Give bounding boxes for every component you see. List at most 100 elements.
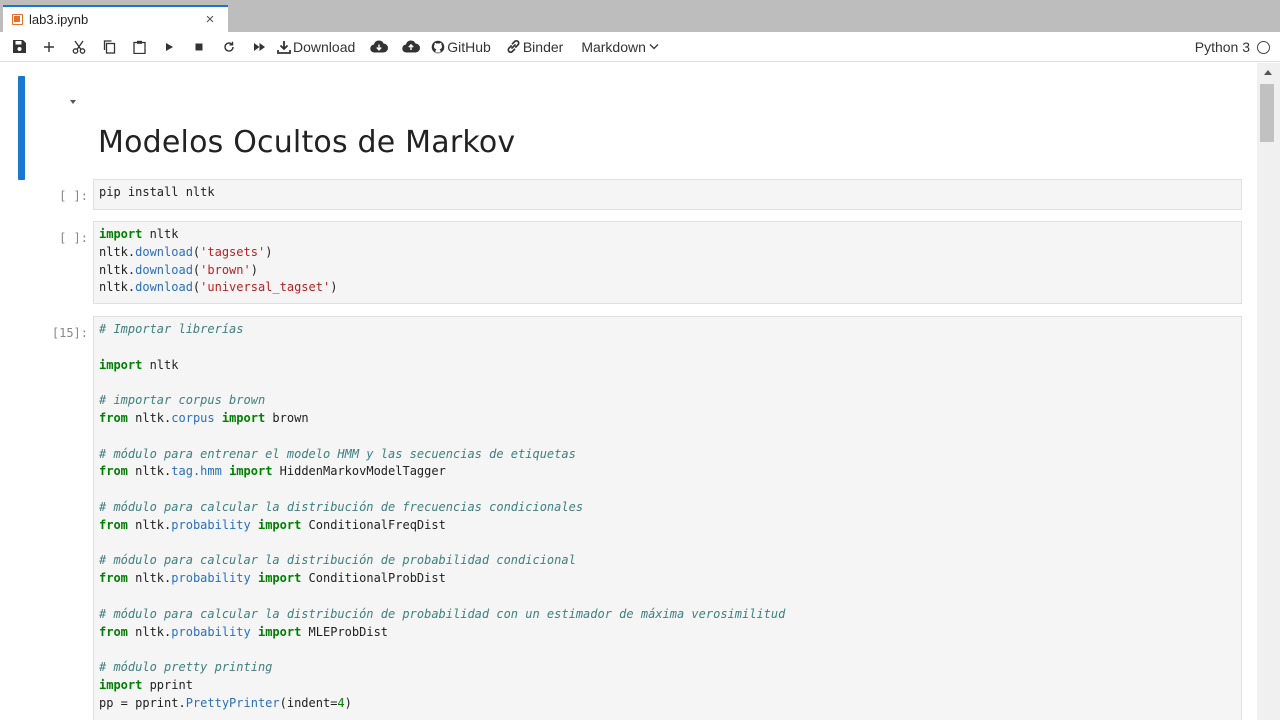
tab-title: lab3.ipynb	[29, 12, 89, 27]
copy-button[interactable]	[97, 32, 121, 62]
refresh-icon	[217, 32, 241, 62]
stop-button[interactable]	[187, 32, 211, 62]
copy-icon	[97, 32, 121, 62]
download-button[interactable]: Download	[275, 32, 355, 62]
vertical-scrollbar[interactable]	[1257, 63, 1280, 720]
github-button[interactable]: GitHub	[429, 32, 491, 62]
scrollbar-thumb[interactable]	[1260, 84, 1274, 142]
code-cell[interactable]: # Importar librerías import nltk # impor…	[93, 316, 1242, 720]
code-keyword: from	[99, 410, 128, 425]
code-text: )	[265, 244, 273, 259]
code-text: )	[344, 695, 352, 710]
code-text: MLEProbDist	[301, 624, 389, 639]
tab-bar: lab3.ipynb ×	[0, 0, 1280, 32]
cut-button[interactable]	[67, 32, 91, 62]
github-icon	[429, 32, 447, 62]
cell-prompt: [ ]:	[59, 231, 88, 245]
code-keyword: from	[99, 571, 128, 586]
notebook-tab[interactable]: lab3.ipynb ×	[3, 5, 228, 32]
cell-prompt: [ ]:	[59, 189, 88, 203]
notebook-toolbar: Download GitHub Binder Markdown Python 3	[0, 32, 1280, 62]
code-module: probability	[171, 624, 251, 639]
code-line: pip install nltk	[99, 185, 215, 199]
code-text: nltk	[142, 357, 179, 372]
code-editor[interactable]: pip install nltk	[94, 180, 1241, 206]
code-cell[interactable]: import nltk nltk.download('tagsets') nlt…	[93, 221, 1242, 304]
code-comment: # importar corpus brown	[99, 393, 266, 408]
play-icon	[157, 32, 181, 62]
restart-button[interactable]	[217, 32, 241, 62]
code-string: 'tagsets'	[200, 244, 266, 259]
code-comment: # módulo pretty printing	[99, 660, 273, 675]
code-keyword: from	[99, 624, 128, 639]
cell-prompt: [15]:	[51, 326, 88, 340]
close-icon[interactable]: ×	[202, 11, 218, 28]
plus-icon	[37, 32, 61, 62]
code-function: download	[135, 280, 193, 295]
code-cell[interactable]: pip install nltk	[93, 179, 1242, 210]
scroll-up-icon[interactable]	[1264, 70, 1272, 75]
code-text: ConditionalProbDist	[301, 571, 446, 586]
collapse-caret-icon[interactable]	[70, 100, 76, 104]
save-button[interactable]	[7, 32, 31, 62]
kernel-status[interactable]: Python 3	[1195, 32, 1270, 62]
link-icon	[505, 32, 523, 62]
cloud-upload-icon	[399, 32, 423, 62]
code-keyword: from	[99, 464, 128, 479]
code-comment: # módulo para calcular la distribución d…	[99, 553, 576, 568]
code-text: pprint	[142, 677, 193, 692]
github-label: GitHub	[447, 38, 491, 55]
chevron-down-icon	[646, 32, 662, 62]
code-keyword: import	[250, 517, 302, 532]
code-module: tag.hmm	[171, 464, 222, 479]
kernel-idle-icon	[1257, 40, 1270, 54]
code-text: nltk.	[99, 262, 136, 277]
paste-button[interactable]	[127, 32, 151, 62]
run-button[interactable]	[157, 32, 181, 62]
code-module: probability	[171, 571, 251, 586]
code-text: )	[250, 262, 258, 277]
code-string: 'universal_tagset'	[200, 280, 331, 295]
fast-forward-icon	[247, 32, 271, 62]
code-comment: # Importar librerías	[99, 322, 244, 336]
code-keyword: from	[99, 517, 128, 532]
code-keyword: import	[99, 227, 143, 241]
code-text: nltk.	[99, 244, 136, 259]
kernel-name: Python 3	[1194, 39, 1250, 55]
code-comment: # módulo para calcular la distribución d…	[99, 606, 786, 621]
code-number: 4	[337, 695, 345, 710]
notebook-icon	[12, 14, 23, 25]
code-text: HiddenMarkovModelTagger	[272, 464, 446, 479]
code-text: nltk.	[127, 410, 172, 425]
code-editor[interactable]: # Importar librerías import nltk # impor…	[94, 317, 1241, 717]
cell-type-value: Markdown	[581, 38, 646, 55]
binder-button[interactable]: Binder	[505, 32, 563, 62]
code-text: nltk.	[127, 571, 172, 586]
code-comment: # módulo para entrenar el modelo HMM y l…	[99, 446, 576, 461]
cloud-download-button[interactable]	[367, 32, 391, 62]
notebook-panel: Modelos Ocultos de Markov [ ]: pip insta…	[0, 63, 1257, 720]
code-function: PrettyPrinter	[185, 695, 280, 710]
code-text: nltk	[142, 227, 179, 241]
stop-icon	[187, 32, 211, 62]
code-text: nltk.	[99, 280, 136, 295]
cell-type-select[interactable]: Markdown	[581, 32, 662, 62]
code-function: download	[135, 262, 193, 277]
add-cell-button[interactable]	[37, 32, 61, 62]
run-all-button[interactable]	[247, 32, 271, 62]
markdown-heading[interactable]: Modelos Ocultos de Markov	[98, 125, 515, 160]
code-keyword: import	[221, 464, 273, 479]
code-keyword: import	[214, 410, 266, 425]
paste-icon	[127, 32, 151, 62]
code-editor[interactable]: import nltk nltk.download('tagsets') nlt…	[94, 222, 1241, 301]
cloud-download-icon	[367, 32, 391, 62]
code-module: probability	[171, 517, 251, 532]
cloud-upload-button[interactable]	[399, 32, 423, 62]
download-label: Download	[293, 38, 356, 55]
code-string: 'brown'	[200, 262, 251, 277]
code-text: (indent=	[279, 695, 338, 710]
code-text: nltk.	[127, 464, 172, 479]
save-icon	[7, 32, 31, 62]
download-icon	[275, 32, 293, 62]
code-keyword: import	[99, 357, 143, 372]
